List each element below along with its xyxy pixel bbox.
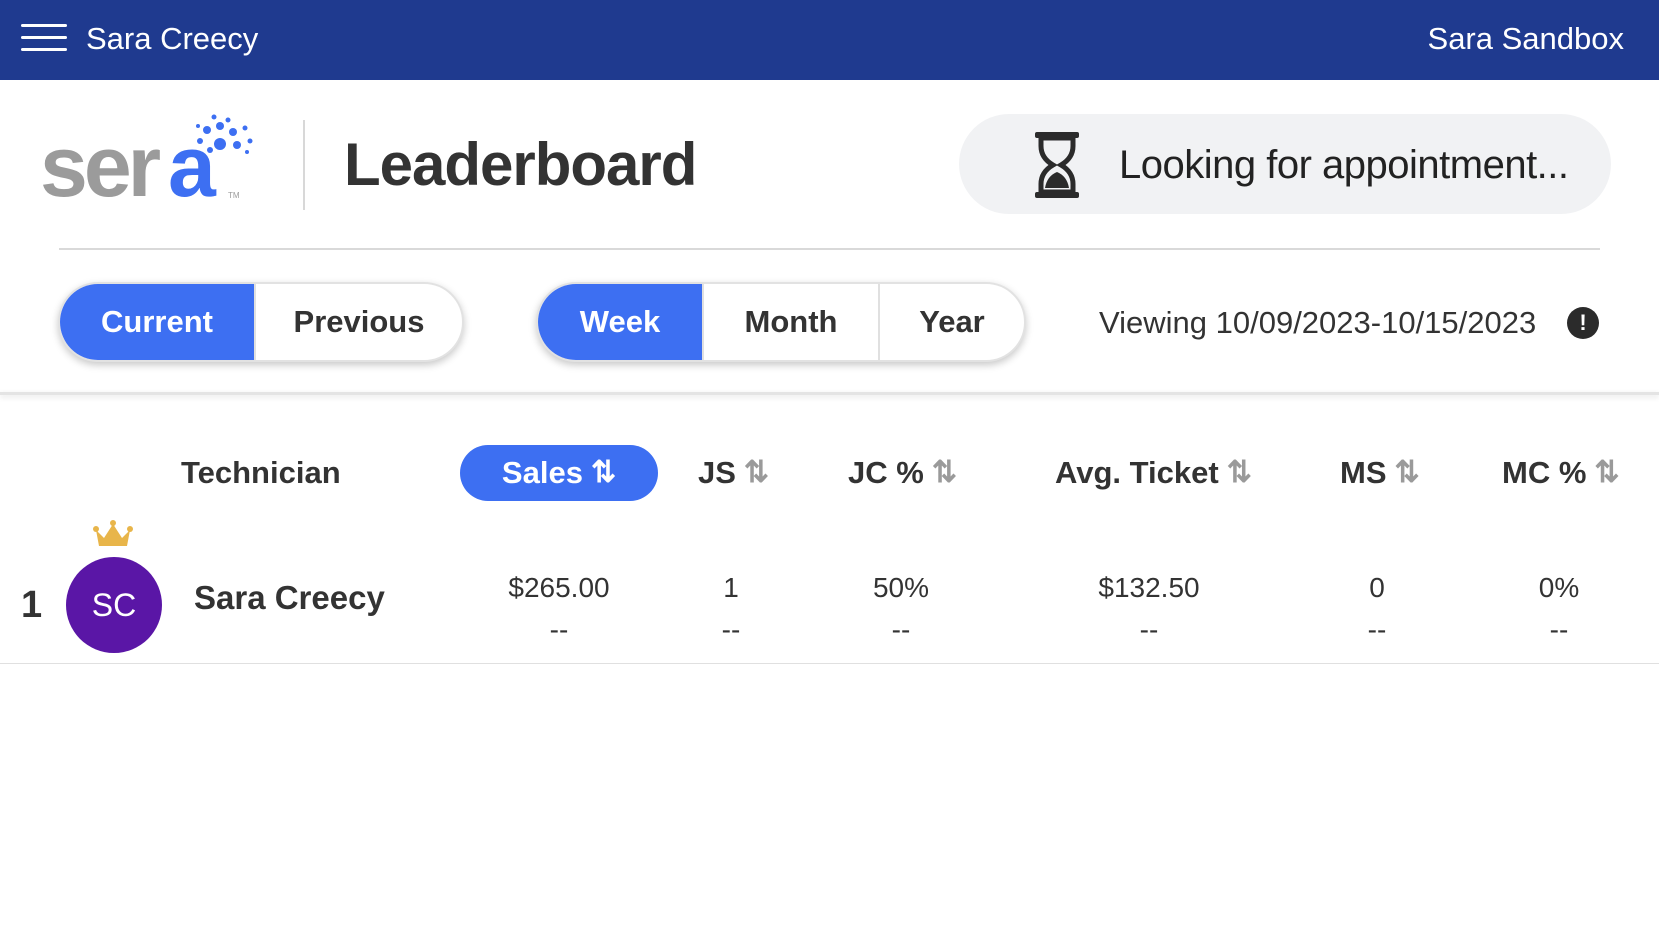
hamburger-menu-icon[interactable] [21, 24, 67, 52]
column-header-ms-label: MS [1340, 455, 1387, 490]
sales-previous-value: -- [549, 614, 569, 645]
column-header-js-label: JS [698, 455, 736, 490]
mc-previous-value: -- [1549, 614, 1569, 645]
column-header-technician-label: Technician [181, 455, 341, 490]
jc-value: 50% [872, 572, 930, 603]
technician-name[interactable]: Sara Creecy [194, 578, 385, 618]
week-button[interactable]: Week [538, 284, 702, 360]
appointment-status-text: Looking for appointment... [1119, 143, 1569, 187]
crown-icon [93, 520, 133, 546]
top-bar-user-name: Sara Creecy [86, 21, 259, 56]
ms-cell: 0 -- [1277, 570, 1477, 648]
column-header-ms[interactable]: MS ⇅ [1340, 445, 1420, 501]
column-header-avg-ticket[interactable]: Avg. Ticket ⇅ [1055, 445, 1252, 501]
sort-icon: ⇅ [743, 456, 770, 489]
ms-value: 0 [1369, 572, 1385, 603]
sort-icon: ⇅ [1594, 456, 1620, 489]
jc-previous-value: -- [891, 614, 911, 645]
period-toggle: Current Previous [58, 282, 464, 362]
row-divider [0, 663, 1659, 664]
column-header-sales[interactable]: Sales ⇅ [460, 445, 658, 501]
sales-value: $265.00 [508, 572, 610, 603]
hourglass-icon [1035, 132, 1079, 198]
month-button[interactable]: Month [702, 284, 878, 360]
avatar: SC [66, 557, 162, 653]
column-header-sales-label: Sales [501, 455, 583, 490]
column-header-js[interactable]: JS ⇅ [698, 445, 769, 501]
column-header-jc-label: JC % [848, 455, 924, 490]
column-header-mc-label: MC % [1502, 455, 1587, 490]
sort-icon: ⇅ [1394, 456, 1420, 489]
sort-icon: ⇅ [590, 456, 617, 489]
range-toggle: Week Month Year [536, 282, 1026, 362]
avg-ticket-value: $132.50 [1098, 572, 1200, 603]
viewing-date-range: Viewing 10/09/2023-10/15/2023 [1099, 305, 1537, 340]
column-header-technician: Technician [181, 445, 341, 501]
sort-icon: ⇅ [1226, 456, 1252, 489]
filter-bar-divider [0, 392, 1659, 395]
logo-text-a: a [168, 119, 217, 214]
js-value: 1 [723, 572, 739, 603]
appointment-status-pill[interactable]: Looking for appointment... [959, 114, 1611, 214]
avg-ticket-cell: $132.50 -- [1049, 570, 1249, 648]
current-button[interactable]: Current [60, 284, 254, 360]
mc-cell: 0% -- [1459, 570, 1659, 648]
sales-cell: $265.00 -- [459, 570, 659, 648]
info-icon[interactable]: ! [1567, 307, 1599, 339]
logo-separator [303, 120, 305, 210]
year-button[interactable]: Year [878, 284, 1024, 360]
page-title: Leaderboard [344, 131, 697, 198]
jc-cell: 50% -- [801, 570, 1001, 648]
top-bar: Sara Creecy Sara Sandbox [0, 0, 1659, 80]
column-header-jc[interactable]: JC % ⇅ [848, 445, 957, 501]
logo-trademark: TM [228, 191, 240, 200]
header-divider [59, 248, 1600, 250]
sera-logo: ser a TM [40, 114, 253, 214]
rank-number: 1 [21, 584, 43, 626]
ms-previous-value: -- [1367, 614, 1387, 645]
avg-ticket-previous-value: -- [1139, 614, 1159, 645]
column-header-avg-ticket-label: Avg. Ticket [1055, 455, 1219, 490]
column-header-mc[interactable]: MC % ⇅ [1502, 445, 1620, 501]
mc-value: 0% [1538, 572, 1580, 603]
previous-button[interactable]: Previous [254, 284, 462, 360]
sort-icon: ⇅ [931, 456, 957, 489]
logo-text-ser: ser [40, 119, 161, 214]
sandbox-label[interactable]: Sara Sandbox [1428, 20, 1624, 58]
